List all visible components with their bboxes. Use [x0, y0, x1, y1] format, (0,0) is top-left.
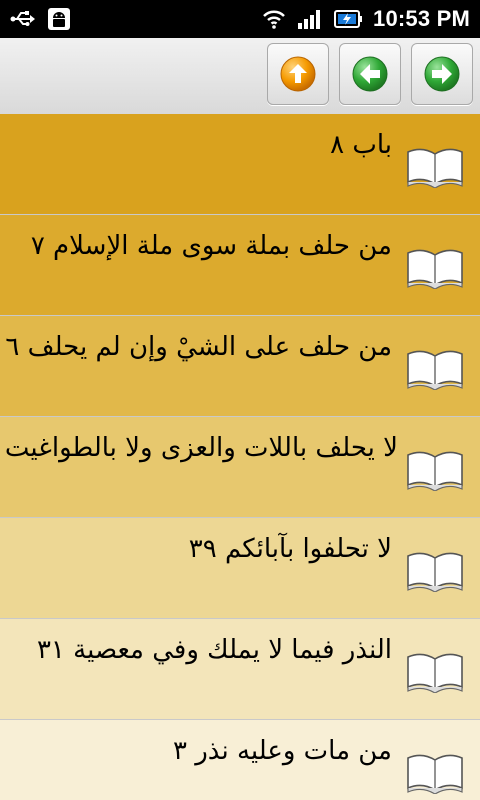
back-button[interactable]	[339, 43, 401, 105]
battery-charging-icon	[333, 6, 363, 32]
clock: 10:53 PM	[373, 6, 470, 31]
list-item-title: لا يحلف باللات والعزى ولا بالطواغيت ٥	[0, 433, 398, 463]
status-bar: 10:53 PM	[0, 0, 480, 38]
wifi-icon	[261, 6, 287, 32]
list-item-title: النذر فيما لا يملك وفي معصية ٣١	[36, 635, 392, 665]
list-item-title: لا تحلفوا بآبائكم ٣٩	[188, 534, 392, 564]
toolbar	[0, 38, 480, 115]
list-item-title: باب ٨	[330, 130, 392, 160]
status-right: 10:53 PM	[261, 6, 470, 32]
arrow-left-icon	[352, 56, 388, 92]
book-icon	[407, 451, 463, 491]
list-item[interactable]: لا يحلف باللات والعزى ولا بالطواغيت ٥	[0, 417, 480, 518]
list-item[interactable]: النذر فيما لا يملك وفي معصية ٣١	[0, 619, 480, 720]
book-icon	[407, 754, 463, 794]
chapter-list: باب ٨ من حلف بملة سوى ملة الإسلام ٧ من ح…	[0, 114, 480, 800]
usb-icon	[10, 6, 36, 32]
arrow-up-icon	[280, 56, 316, 92]
book-icon	[407, 350, 463, 390]
book-icon	[407, 249, 463, 289]
status-left	[10, 6, 72, 32]
list-item-title: من حلف على الشيْ وإن لم يحلف ٦	[5, 332, 392, 362]
arrow-right-icon	[424, 56, 460, 92]
list-item[interactable]: من مات وعليه نذر ٣	[0, 720, 480, 800]
signal-icon	[297, 6, 323, 32]
up-button[interactable]	[267, 43, 329, 105]
list-item-title: من مات وعليه نذر ٣	[173, 736, 392, 766]
list-item[interactable]: لا تحلفوا بآبائكم ٣٩	[0, 518, 480, 619]
list-item-title: من حلف بملة سوى ملة الإسلام ٧	[30, 231, 392, 261]
book-icon	[407, 653, 463, 693]
list-item[interactable]: باب ٨	[0, 114, 480, 215]
book-icon	[407, 148, 463, 188]
list-item[interactable]: من حلف على الشيْ وإن لم يحلف ٦	[0, 316, 480, 417]
android-debug-icon	[46, 6, 72, 32]
book-icon	[407, 552, 463, 592]
list-item[interactable]: من حلف بملة سوى ملة الإسلام ٧	[0, 215, 480, 316]
forward-button[interactable]	[411, 43, 473, 105]
